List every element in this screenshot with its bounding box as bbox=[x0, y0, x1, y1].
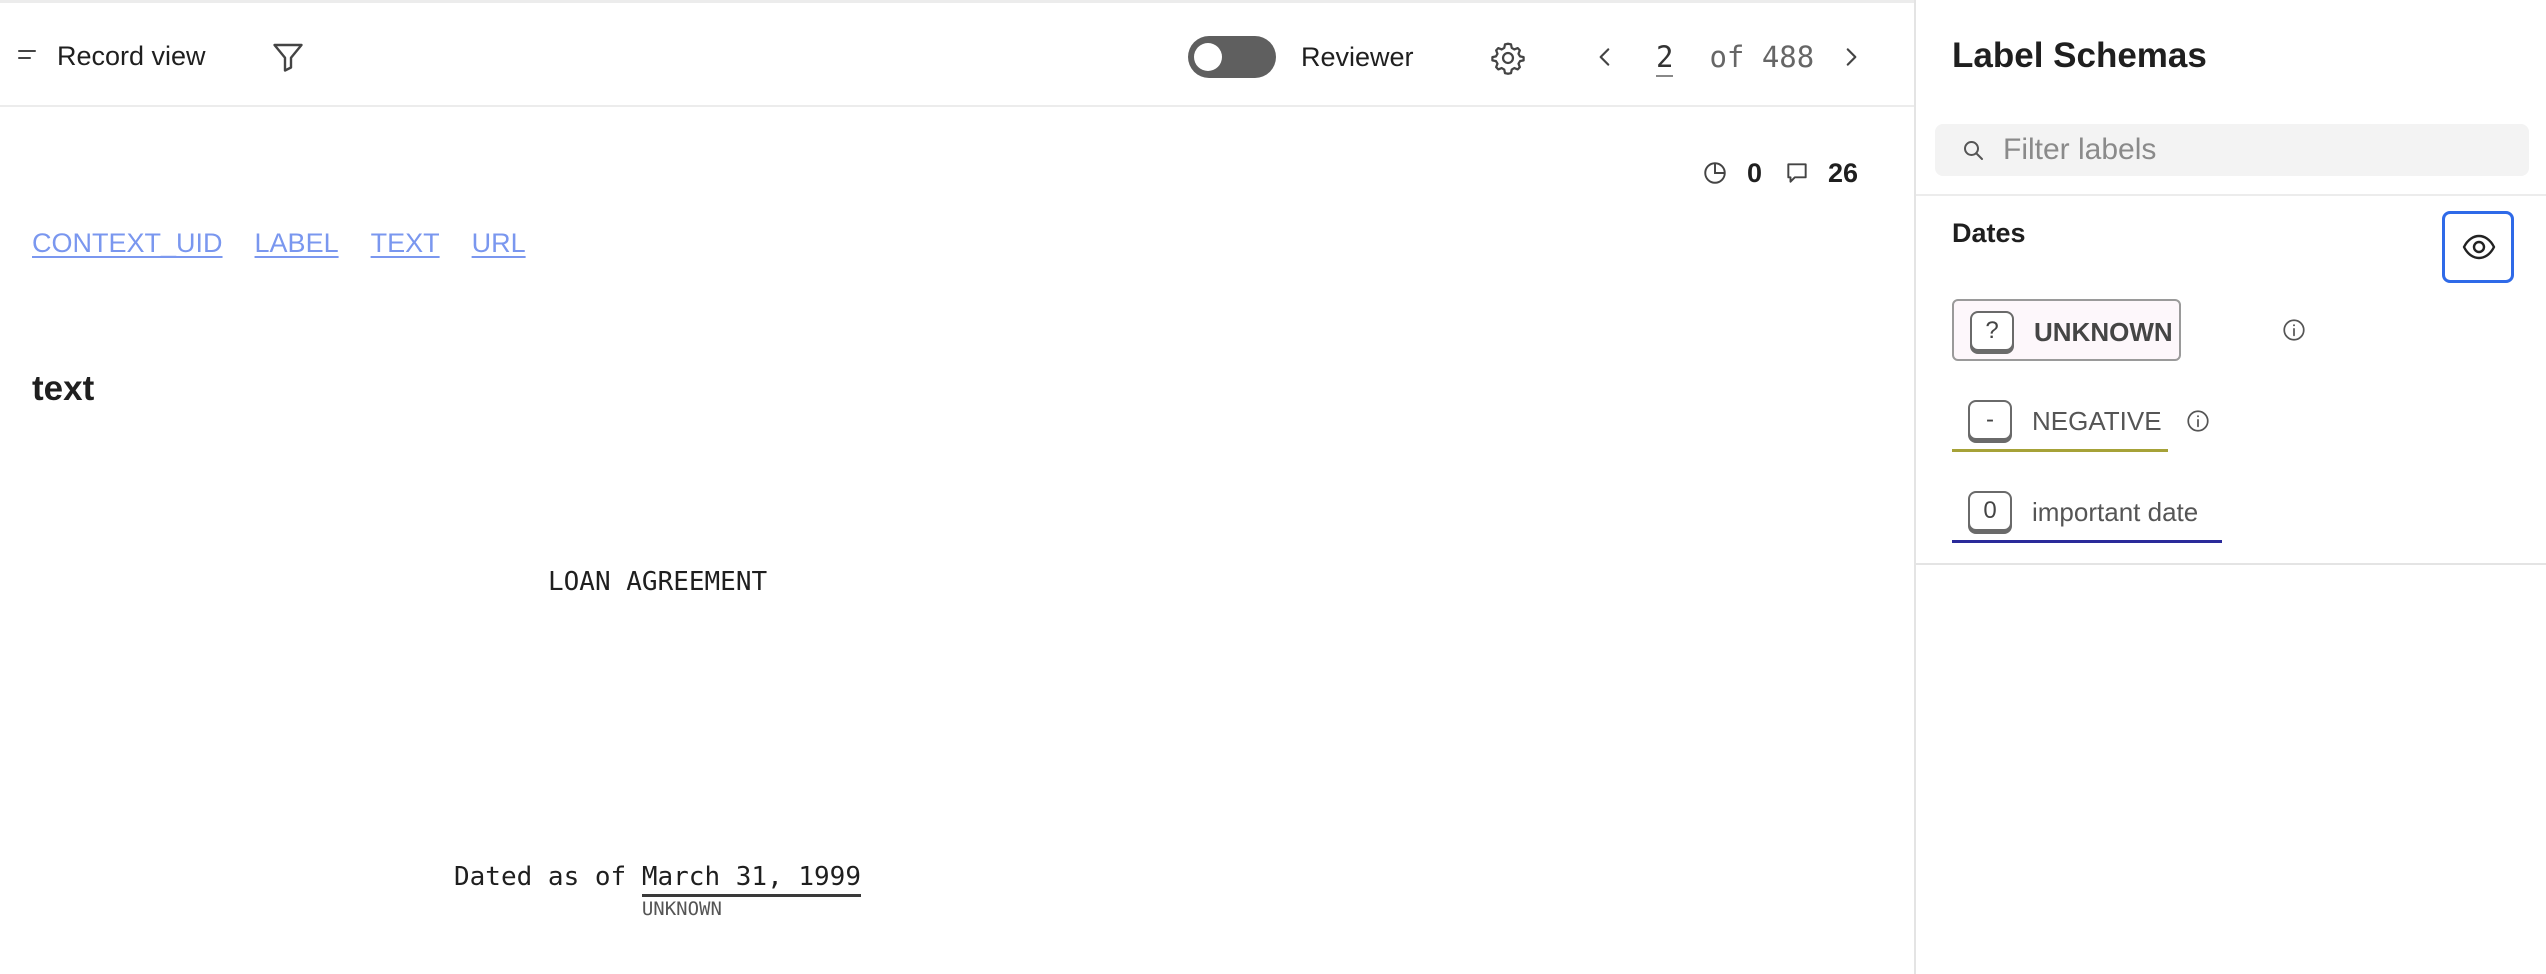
column-link-url[interactable]: URL bbox=[472, 225, 526, 261]
toggle-visibility-button[interactable] bbox=[2442, 211, 2514, 283]
reviewer-toggle[interactable] bbox=[1188, 36, 1276, 78]
column-links: CONTEXT_UID LABEL TEXT URL bbox=[32, 225, 558, 261]
annotated-span-text: March 31, 1999 bbox=[641, 862, 861, 892]
column-link-context-uid[interactable]: CONTEXT_UID bbox=[32, 225, 223, 261]
toolbar: Record view Reviewer 2 of 488 bbox=[0, 3, 1914, 107]
filter-labels-box bbox=[1935, 124, 2529, 176]
settings-icon[interactable] bbox=[1490, 40, 1526, 76]
reviewer-label: Reviewer bbox=[1301, 42, 1414, 72]
toggle-knob bbox=[1194, 43, 1222, 71]
divider bbox=[1916, 563, 2546, 565]
document-heading: LOAN AGREEMENT bbox=[548, 567, 768, 597]
column-link-text[interactable]: TEXT bbox=[371, 225, 440, 261]
filter-labels-input[interactable] bbox=[2001, 130, 2511, 170]
view-title: Record view bbox=[57, 41, 206, 71]
eye-icon bbox=[2462, 234, 2496, 260]
page-total: of 488 bbox=[1692, 40, 1815, 74]
clock-count: 0 bbox=[1747, 158, 1763, 188]
label-chip-negative[interactable]: - NEGATIVE bbox=[1952, 390, 2168, 452]
label-name: important date bbox=[2032, 497, 2199, 527]
label-chip-unknown[interactable]: ? UNKNOWN bbox=[1952, 299, 2181, 361]
field-title: text bbox=[32, 369, 95, 408]
span-label-tag: UNKNOWN bbox=[641, 898, 722, 920]
info-icon[interactable] bbox=[2185, 408, 2211, 434]
chevron-left-icon[interactable] bbox=[1592, 41, 1618, 73]
comment-count: 26 bbox=[1828, 158, 1859, 188]
label-name: UNKNOWN bbox=[2034, 317, 2173, 347]
main-pane: Record view Reviewer 2 of 488 0 26 CONTE… bbox=[0, 0, 1914, 974]
hotkey-badge: 0 bbox=[1968, 491, 2012, 531]
filter-icon[interactable] bbox=[270, 39, 306, 75]
label-name: NEGATIVE bbox=[2032, 406, 2162, 436]
label-chip-important-date[interactable]: 0 important date bbox=[1952, 481, 2222, 543]
menu-icon[interactable] bbox=[18, 50, 36, 62]
clock-icon bbox=[1704, 162, 1726, 184]
column-link-label[interactable]: LABEL bbox=[255, 225, 339, 261]
schema-group-title: Dates bbox=[1952, 218, 2026, 248]
hotkey-badge: ? bbox=[1970, 311, 2014, 351]
label-schemas-panel: Label Schemas Dates ? UNKNOWN - NEGATIVE bbox=[1914, 0, 2546, 974]
app-window: Record view Reviewer 2 of 488 0 26 CONTE… bbox=[0, 0, 2546, 974]
divider bbox=[1916, 194, 2546, 196]
document-text: Dated as of bbox=[454, 862, 642, 892]
panel-title: Label Schemas bbox=[1952, 36, 2207, 75]
page-number-input[interactable]: 2 bbox=[1656, 39, 1674, 77]
document-line: Dated as of March 31, 1999 UNKNOWN bbox=[454, 860, 861, 920]
info-icon[interactable] bbox=[2281, 317, 2307, 343]
annotated-span[interactable]: March 31, 1999 UNKNOWN bbox=[641, 860, 861, 920]
hotkey-badge: - bbox=[1968, 400, 2012, 440]
search-icon bbox=[1964, 141, 1983, 160]
comment-icon bbox=[1787, 163, 1807, 183]
chevron-right-icon[interactable] bbox=[1838, 41, 1864, 73]
